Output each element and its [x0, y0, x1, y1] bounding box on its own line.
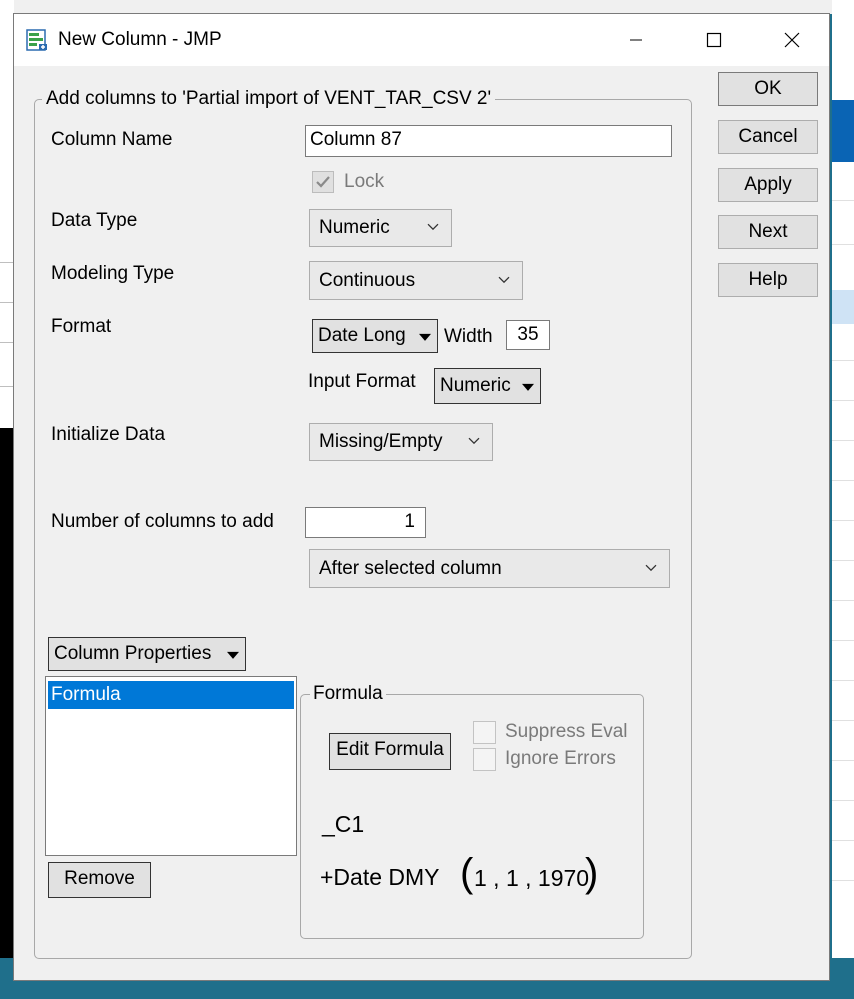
ignore-errors-label: Ignore Errors	[505, 748, 616, 769]
next-button[interactable]: Next	[718, 215, 818, 249]
background-divider	[0, 342, 14, 343]
background-divider	[832, 360, 854, 361]
column-properties-menu[interactable]: Column Properties	[48, 637, 246, 671]
initialize-data-value: Missing/Empty	[319, 431, 443, 452]
background-divider	[832, 680, 854, 681]
background-divider	[832, 760, 854, 761]
background-divider	[832, 840, 854, 841]
jmp-app-icon	[26, 29, 47, 51]
background-app-selected-row	[832, 290, 854, 324]
formula-line-1: _C1	[322, 811, 365, 837]
background-divider	[832, 720, 854, 721]
initialize-data-select[interactable]: Missing/Empty	[309, 423, 493, 461]
maximize-button[interactable]	[686, 14, 742, 66]
group-legend: Add columns to 'Partial import of VENT_T…	[42, 88, 496, 110]
num-columns-label: Number of columns to add	[51, 511, 274, 532]
ok-button[interactable]: OK	[718, 72, 818, 106]
help-button[interactable]: Help	[718, 263, 818, 297]
format-label: Format	[51, 316, 112, 337]
close-button[interactable]	[764, 14, 820, 66]
edit-formula-button[interactable]: Edit Formula	[329, 733, 451, 770]
data-type-label: Data Type	[51, 210, 138, 231]
maximize-icon	[706, 32, 722, 48]
ignore-errors-checkbox[interactable]	[473, 748, 496, 771]
input-format-label: Input Format	[308, 371, 416, 392]
chevron-down-icon	[427, 223, 439, 231]
minimize-icon	[630, 39, 642, 41]
dropdown-triangle-icon	[227, 651, 239, 659]
data-type-select[interactable]: Numeric	[309, 209, 452, 247]
chevron-down-icon	[498, 276, 510, 283]
background-divider	[832, 520, 854, 521]
background-divider	[832, 880, 854, 881]
close-paren: )	[585, 851, 599, 895]
background-divider	[832, 480, 854, 481]
chevron-down-icon	[468, 437, 480, 445]
background-divider	[0, 262, 14, 263]
list-item[interactable]: Formula	[48, 681, 294, 709]
background-app-top	[0, 0, 854, 14]
modeling-type-value: Continuous	[319, 269, 416, 291]
background-divider	[832, 600, 854, 601]
background-divider	[832, 244, 854, 245]
input-format-select[interactable]: Numeric	[434, 368, 541, 404]
properties-list[interactable]: Formula	[45, 676, 297, 856]
data-type-value: Numeric	[319, 217, 390, 238]
background-divider	[832, 400, 854, 401]
background-app-highlight	[832, 100, 854, 162]
format-value: Date Long	[318, 325, 406, 346]
background-divider	[832, 560, 854, 561]
chevron-down-icon	[645, 564, 657, 571]
format-select[interactable]: Date Long	[312, 319, 438, 353]
column-name-input[interactable]: Column 87	[305, 125, 672, 157]
close-icon	[784, 32, 800, 48]
cancel-button[interactable]: Cancel	[718, 120, 818, 154]
new-column-dialog: New Column - JMP Add columns to 'Partial…	[13, 13, 830, 981]
background-divider	[832, 200, 854, 201]
apply-button[interactable]: Apply	[718, 168, 818, 202]
remove-button[interactable]: Remove	[48, 862, 151, 898]
formula-args: 1 , 1 , 1970	[474, 865, 590, 891]
minimize-button[interactable]	[608, 14, 664, 66]
column-properties-label: Column Properties	[54, 643, 212, 664]
initialize-data-label: Initialize Data	[51, 424, 166, 445]
suppress-eval-checkbox[interactable]	[473, 721, 496, 744]
lock-label: Lock	[344, 171, 385, 192]
background-divider	[832, 440, 854, 441]
suppress-eval-label: Suppress Eval	[505, 721, 628, 742]
title-bar[interactable]: New Column - JMP	[14, 14, 829, 66]
background-divider	[0, 386, 14, 387]
lock-checkbox[interactable]	[312, 171, 334, 193]
background-divider	[832, 800, 854, 801]
background-divider	[832, 640, 854, 641]
width-label: Width	[444, 326, 493, 347]
column-name-label: Column Name	[51, 129, 173, 150]
open-paren: (	[460, 851, 474, 895]
num-columns-input[interactable]: 1	[305, 507, 426, 538]
checkmark-icon	[316, 176, 330, 188]
insert-position-select[interactable]: After selected column	[309, 549, 670, 588]
window-title: New Column - JMP	[58, 29, 222, 50]
background-app-dark-area	[0, 428, 14, 958]
formula-line-2: +Date DMY	[320, 864, 440, 890]
background-divider	[0, 302, 14, 303]
insert-position-value: After selected column	[319, 557, 502, 579]
dropdown-triangle-icon	[522, 383, 534, 391]
modeling-type-label: Modeling Type	[51, 263, 175, 284]
modeling-type-select[interactable]: Continuous	[309, 261, 523, 300]
input-format-value: Numeric	[440, 375, 511, 396]
width-input[interactable]: 35	[506, 320, 550, 350]
formula-panel-legend: Formula	[310, 683, 386, 705]
dropdown-triangle-icon	[419, 333, 431, 341]
